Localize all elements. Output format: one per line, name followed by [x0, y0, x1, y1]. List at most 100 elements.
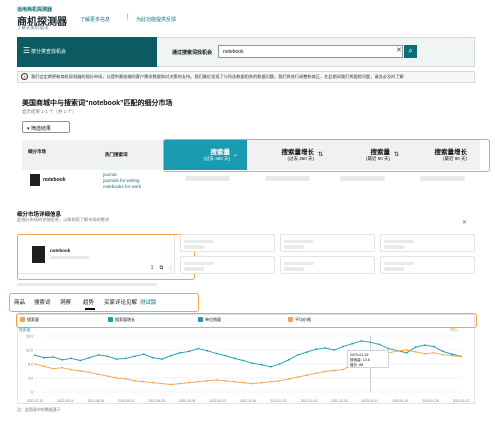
data-point: [170, 383, 172, 386]
legend-swatch[interactable]: [198, 317, 203, 322]
x-tick-label: 2022-09-25: [149, 399, 166, 403]
data-point: [278, 363, 281, 365]
data-point: [52, 356, 55, 358]
data-point: [315, 372, 317, 375]
metric-placeholder: [184, 267, 204, 271]
info-banner-text: 我们会定期更新商机探测器的细分市场，以提供最准确的客户需求数据和对决策的支持。我…: [31, 74, 404, 79]
tab-trends[interactable]: 趋势: [83, 298, 94, 306]
x-tick-label: 2022-10-23: [209, 399, 226, 403]
hamburger-icon[interactable]: ☰: [23, 46, 30, 55]
data-point: [43, 365, 45, 368]
data-point: [188, 350, 190, 353]
tab-insights[interactable]: 洞察: [60, 298, 71, 306]
metric-placeholder: [284, 267, 304, 271]
x-tick-label: 2022-10-09: [179, 399, 196, 403]
metric-placeholder: [184, 262, 214, 265]
market-results-count: 显示结果 1-1 个（共 1 个）: [22, 109, 77, 114]
data-point: [306, 374, 308, 377]
y-tick-label: 4.0: [28, 376, 33, 380]
data-point: [396, 350, 399, 352]
legend-swatch[interactable]: [288, 317, 293, 322]
legend-label: 搜索量增长: [115, 317, 135, 322]
table-cell-placeholder: [185, 176, 230, 181]
feedback-link[interactable]: 为此功能提供反馈: [136, 16, 176, 23]
metric-placeholder: [284, 245, 304, 249]
data-point: [206, 349, 209, 352]
data-point: [206, 379, 209, 382]
data-point: [124, 378, 127, 380]
data-point: [333, 369, 336, 372]
learn-more-link[interactable]: 了解更多信息: [80, 16, 110, 23]
search-input[interactable]: [218, 45, 403, 58]
data-point: [61, 366, 64, 369]
header-kicker: 适用商机探测器: [17, 7, 53, 13]
x-tick-label: 2022-08-14: [57, 399, 74, 403]
data-point: [441, 350, 444, 353]
data-point: [43, 356, 45, 359]
niche-thumbnail[interactable]: [30, 174, 40, 186]
data-point: [333, 349, 336, 351]
legend-label: 搜索量: [27, 317, 39, 322]
filter-results-button[interactable]: ▾ 筛选结果: [22, 121, 70, 133]
data-point: [242, 381, 245, 384]
legend-swatch[interactable]: [20, 317, 25, 322]
data-point: [97, 373, 100, 376]
x-tick-label: 2022-11-20: [270, 399, 286, 403]
keyword-link[interactable]: notebooks for work: [103, 184, 141, 189]
data-point: [414, 346, 417, 349]
data-point: [405, 351, 408, 354]
data-point: [124, 357, 127, 360]
x-tick-label: 2022-12-04: [301, 399, 318, 403]
data-point: [233, 380, 236, 383]
metric-card: [180, 256, 275, 274]
metric-placeholder: [184, 240, 214, 243]
data-point: [224, 379, 227, 382]
data-point: [423, 352, 426, 355]
data-point: [269, 380, 272, 383]
data-point: [115, 358, 118, 360]
keyword-link[interactable]: journals for writing: [103, 178, 140, 183]
data-point: [260, 381, 263, 384]
data-point: [52, 367, 55, 370]
legend-label: 平均价格: [295, 317, 311, 322]
data-point: [451, 354, 453, 357]
niche-name-link[interactable]: notebook: [43, 177, 66, 183]
metric-placeholder: [284, 240, 314, 243]
tab-review-insights[interactable]: 买家评论见解: [104, 298, 137, 306]
data-point: [242, 359, 245, 362]
keyword-link[interactable]: journal: [103, 172, 117, 177]
tab-search-terms[interactable]: 搜索词: [34, 298, 51, 306]
clear-icon[interactable]: ✕: [396, 46, 402, 54]
data-point: [351, 342, 354, 345]
data-point: [197, 347, 200, 350]
data-point: [342, 345, 345, 348]
data-point: [79, 359, 82, 362]
table-cell-placeholder: [265, 176, 310, 181]
x-tick-label: 2022-12-18: [331, 399, 348, 403]
legend-swatch[interactable]: [108, 317, 113, 322]
chart-tooltip: 2023-01-15 搜索量: 14.6 增长: 88: [347, 350, 389, 368]
trend-line-chart[interactable]: 16.0 12.0 8.0 4.0 0 2022-07-31 2022-08-14 2022-…: [17, 328, 475, 406]
search-button[interactable]: ⌕: [404, 45, 417, 58]
data-point: [414, 350, 417, 353]
data-point: [34, 363, 36, 365]
data-point: [142, 353, 145, 356]
data-point: [179, 382, 181, 385]
data-point: [306, 351, 308, 353]
data-point: [142, 380, 145, 383]
y-tick-label: 0: [31, 390, 33, 394]
data-point: [215, 378, 218, 381]
y-tick-label: 16.0: [26, 334, 33, 338]
data-point: [342, 368, 345, 371]
close-icon[interactable]: ✕: [462, 219, 467, 226]
data-point: [151, 381, 154, 384]
data-point: [70, 368, 73, 371]
column-header-hot-terms: 热门搜索词: [105, 152, 128, 157]
data-point: [287, 378, 290, 380]
tab-products[interactable]: 商品: [14, 298, 25, 306]
data-point: [296, 354, 299, 356]
table-cell-placeholder: [340, 176, 385, 181]
data-point: [324, 370, 326, 373]
data-point: [97, 354, 100, 356]
y-tick-label: 8.0: [28, 362, 33, 366]
